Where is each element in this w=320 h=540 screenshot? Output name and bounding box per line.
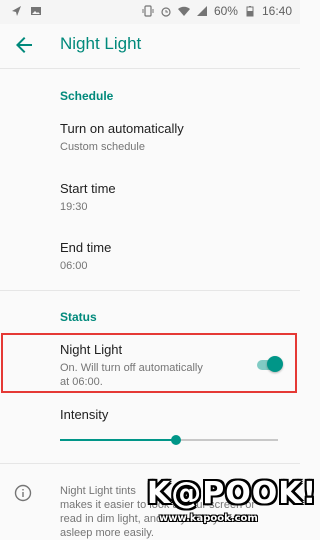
- app-toolbar: Night Light: [0, 24, 300, 69]
- signal-icon: [196, 6, 207, 16]
- page-title: Night Light: [60, 34, 142, 53]
- section-divider: [0, 290, 300, 291]
- intensity-label: Intensity: [60, 407, 109, 422]
- turn-on-automatically-title: Turn on automatically: [60, 121, 184, 136]
- kapook-watermark: K@POOK! www.kapook.com: [147, 476, 318, 530]
- start-time-title: Start time: [60, 181, 116, 196]
- watermark-url: www.kapook.com: [159, 513, 258, 524]
- night-light-toggle[interactable]: [255, 355, 285, 375]
- night-light-summary-line2: at 06:00.: [60, 376, 103, 388]
- night-light-summary-line1: On. Will turn off automatically: [60, 362, 203, 374]
- schedule-header: Schedule: [60, 89, 114, 103]
- vibrate-icon: [142, 5, 154, 17]
- slider-fill: [60, 439, 176, 441]
- clock: 16:40: [261, 4, 292, 18]
- intensity-slider[interactable]: [60, 432, 278, 448]
- footer-divider: [0, 463, 300, 464]
- info-icon: [14, 484, 32, 502]
- wifi-icon: [177, 6, 190, 16]
- end-time-value: 06:00: [60, 260, 88, 272]
- end-time-title: End time: [60, 240, 112, 255]
- status-header: Status: [60, 310, 97, 324]
- start-time-value: 19:30: [60, 201, 88, 213]
- alarm-icon: [161, 7, 171, 17]
- arrow-back-icon[interactable]: [12, 33, 36, 57]
- status-bar: 60% 16:40: [0, 0, 300, 24]
- toggle-thumb: [267, 356, 283, 372]
- battery-percent: 60%: [213, 4, 238, 18]
- battery-icon: [246, 6, 254, 17]
- image-icon: [31, 7, 41, 15]
- slider-thumb[interactable]: [171, 435, 181, 445]
- turn-on-automatically-value: Custom schedule: [60, 141, 145, 153]
- navigation-icon: [12, 6, 21, 16]
- night-light-title: Night Light: [60, 342, 123, 357]
- watermark-logo: K@POOK!: [147, 476, 318, 511]
